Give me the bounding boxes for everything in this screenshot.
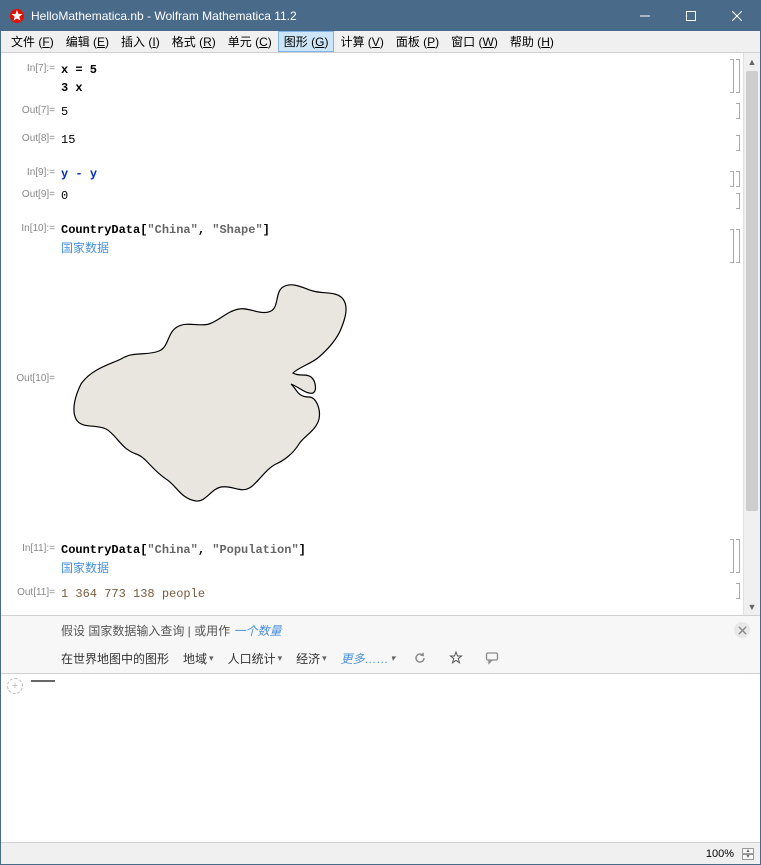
comment-icon[interactable]: [481, 649, 503, 667]
output-value: 0: [61, 187, 730, 205]
chevron-down-icon: ▾: [278, 653, 283, 664]
statusbar: 100% ▴▾: [1, 842, 760, 864]
menu-c[interactable]: 单元 (C): [222, 31, 278, 52]
code-line: CountryData["China", "Shape"]: [61, 221, 730, 239]
suggest-population-button[interactable]: 人口统计▾: [228, 650, 283, 667]
input-cell-9[interactable]: In[9]:= y - y: [1, 165, 760, 183]
output-cell-9[interactable]: Out[9]= 0: [1, 187, 760, 205]
cell-label: In[10]:=: [1, 221, 61, 257]
menu-w[interactable]: 窗口 (W): [445, 31, 504, 52]
country-shape-graphic: [61, 269, 730, 523]
output-value: 15: [61, 131, 730, 149]
menubar: 文件 (F)编辑 (E)插入 (I)格式 (R)单元 (C)图形 (G)计算 (…: [1, 31, 760, 53]
suggest-economy-button[interactable]: 经济▾: [296, 650, 327, 667]
minimize-button[interactable]: [622, 1, 668, 31]
suggestions-bar: 假设 国家数据输入查询 | 或用作 一个数量 在世界地图中的图形 地域▾ 人口统…: [1, 615, 760, 674]
cell-label: Out[10]=: [1, 263, 61, 531]
suggest-more-button[interactable]: 更多……▾: [341, 650, 396, 667]
assumption-link[interactable]: 一个数量: [233, 624, 281, 638]
close-suggestions-button[interactable]: [734, 622, 750, 638]
chevron-down-icon: ▾: [391, 653, 396, 664]
scroll-up-arrow-icon[interactable]: ▲: [744, 53, 760, 70]
output-cell-10[interactable]: Out[10]=: [1, 263, 760, 531]
cell-label: In[9]:=: [1, 165, 61, 183]
new-cell-area[interactable]: +: [1, 674, 760, 842]
code-line: x = 5: [61, 61, 730, 79]
chevron-down-icon: ▾: [322, 653, 327, 664]
scroll-down-arrow-icon[interactable]: ▼: [744, 598, 760, 615]
refresh-icon[interactable]: [409, 649, 431, 667]
doc-link[interactable]: 国家数据: [61, 239, 730, 257]
cell-label: In[7]:=: [1, 61, 61, 97]
code-line: CountryData["China", "Population"]: [61, 541, 730, 559]
scroll-thumb[interactable]: [746, 71, 758, 511]
cell-label: Out[7]=: [1, 103, 61, 121]
app-logo-icon: [9, 8, 25, 24]
menu-r[interactable]: 格式 (R): [166, 31, 222, 52]
menu-p[interactable]: 面板 (P): [390, 31, 445, 52]
output-value: 1 364 773 138 people: [61, 585, 730, 603]
suggestions-buttons-row: 在世界地图中的图形 地域▾ 人口统计▾ 经济▾ 更多……▾: [1, 645, 760, 673]
suggest-region-button[interactable]: 地域▾: [183, 650, 214, 667]
cell-label: In[11]:=: [1, 541, 61, 577]
code-line: 3 x: [61, 79, 730, 97]
maximize-button[interactable]: [668, 1, 714, 31]
wolfram-icon[interactable]: [445, 649, 467, 667]
input-cell-7[interactable]: In[7]:= x = 5 3 x: [1, 61, 760, 97]
vertical-scrollbar[interactable]: ▲ ▼: [743, 53, 760, 615]
window-title: HelloMathematica.nb - Wolfram Mathematic…: [31, 9, 622, 23]
suggestions-assumption-row: 假设 国家数据输入查询 | 或用作 一个数量: [1, 616, 760, 645]
doc-link[interactable]: 国家数据: [61, 559, 730, 577]
zoom-level[interactable]: 100%: [702, 848, 738, 860]
menu-e[interactable]: 编辑 (E): [60, 31, 115, 52]
add-cell-button[interactable]: +: [7, 678, 23, 694]
cell-cursor: [31, 680, 55, 682]
cell-label: Out[9]=: [1, 187, 61, 205]
cell-label: Out[11]=: [1, 585, 61, 603]
output-cell-7[interactable]: Out[7]= 5: [1, 103, 760, 121]
menu-g[interactable]: 图形 (G): [278, 31, 335, 52]
code-line: y - y: [61, 165, 730, 183]
cell-label: Out[8]=: [1, 131, 61, 149]
output-cell-8[interactable]: Out[8]= 15: [1, 131, 760, 149]
chevron-down-icon[interactable]: ▾: [742, 854, 754, 860]
titlebar: HelloMathematica.nb - Wolfram Mathematic…: [1, 1, 760, 31]
input-cell-11[interactable]: In[11]:= CountryData["China", "Populatio…: [1, 541, 760, 577]
menu-f[interactable]: 文件 (F): [5, 31, 60, 52]
assumption-text: 假设 国家数据输入查询 | 或用作: [61, 624, 233, 638]
close-button[interactable]: [714, 1, 760, 31]
input-cell-10[interactable]: In[10]:= CountryData["China", "Shape"] 国…: [1, 221, 760, 257]
output-value: 5: [61, 103, 730, 121]
suggest-shape-button[interactable]: 在世界地图中的图形: [61, 650, 169, 667]
menu-i[interactable]: 插入 (I): [115, 31, 166, 52]
menu-h[interactable]: 帮助 (H): [504, 31, 560, 52]
chevron-down-icon: ▾: [209, 653, 214, 664]
notebook-area: In[7]:= x = 5 3 x Out[7]= 5 Out[8]= 15 I…: [1, 53, 760, 615]
notebook-content[interactable]: In[7]:= x = 5 3 x Out[7]= 5 Out[8]= 15 I…: [1, 53, 760, 615]
zoom-stepper[interactable]: ▴▾: [742, 848, 754, 860]
output-cell-11[interactable]: Out[11]= 1 364 773 138 people: [1, 585, 760, 603]
menu-v[interactable]: 计算 (V): [334, 31, 389, 52]
